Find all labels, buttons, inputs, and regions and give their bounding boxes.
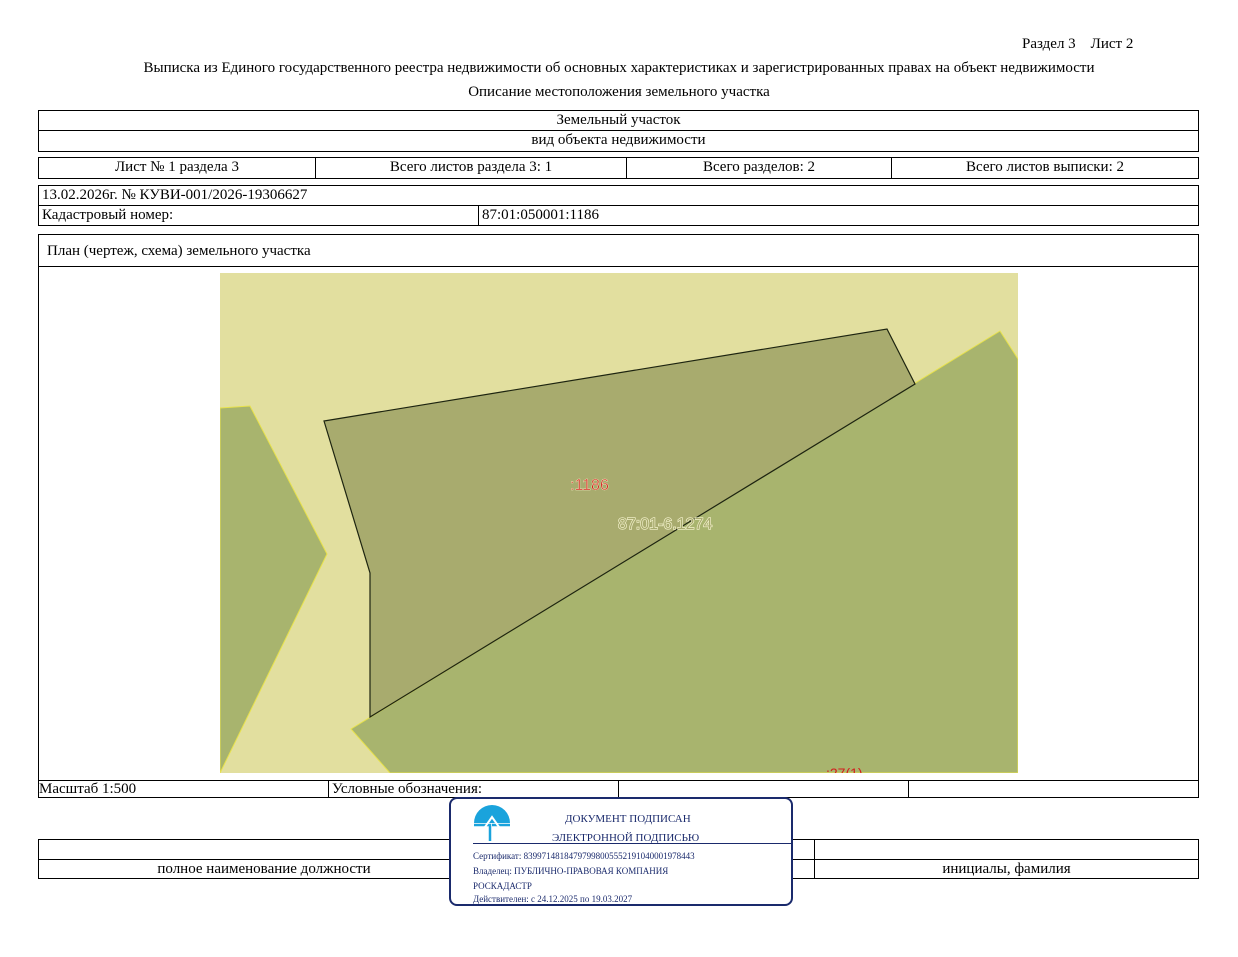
sheets-total: Всего листов выписки: 2 [966,159,1124,175]
name-caption: инициалы, фамилия [942,861,1071,877]
stamp-validity: Действителен: с 24.12.2025 по 19.03.2027 [473,894,633,904]
legend-table: Масштаб 1:500 Условные обозначения: [38,780,1199,798]
plan-title: План (чертеж, схема) земельного участка [39,235,1198,267]
sheet-number: Лист № 1 раздела 3 [39,158,316,178]
object-type: Земельный участок [39,111,1198,131]
document-title: Выписка из Единого государственного реес… [143,60,1095,76]
sections-total: Всего разделов: 2 [627,158,892,178]
signature-divider-top [814,840,815,859]
stamp-line-1: ДОКУМЕНТ ПОДПИСАН [565,813,691,825]
object-type-table: Земельный участок вид объекта недвижимос… [38,110,1199,152]
parcel-label: :1186 [570,477,609,494]
roskadastr-logo-icon [472,805,512,843]
cadastral-value: 87:01:050001:1186 [482,207,599,223]
legend-symbols-label: Условные обозначения: [329,781,619,797]
scale-label: Масштаб 1:500 [39,781,329,797]
stamp-owner-2: РОСКАДАСТР [473,881,532,891]
parcel-map: :1186 87:01-6.1274 :27(1) [220,273,1018,773]
record-table: 13.02.2026г. № КУВИ-001/2026-19306627 Ка… [38,185,1199,226]
stamp-certificate: Сертификат: 8399714818479799800555219104… [473,851,695,861]
object-type-caption: вид объекта недвижимости [531,132,706,148]
bottom-parcel-label: :27(1) [826,765,863,773]
document-subtitle: Описание местоположения земельного участ… [468,84,770,100]
cadastral-label: Кадастровый номер: [39,206,479,225]
record-date-number: 13.02.2026г. № КУВИ-001/2026-19306627 [39,186,1198,206]
section-sheet-label: Раздел 3 Лист 2 [1022,36,1134,52]
position-caption: полное наименование должности [157,861,371,877]
legend-cell-empty-1 [619,781,909,797]
sheets-table: Лист № 1 раздела 3 Всего листов раздела … [38,157,1199,179]
legend-cell-empty-2 [909,781,1198,797]
stamp-divider [473,843,791,844]
electronic-signature-stamp: ДОКУМЕНТ ПОДПИСАН ЭЛЕКТРОННОЙ ПОДПИСЬЮ С… [449,797,793,906]
stamp-owner: Владелец: ПУБЛИЧНО-ПРАВОВАЯ КОМПАНИЯ [473,866,669,876]
sheets-in-section: Всего листов раздела 3: 1 [316,158,627,178]
zone-label: 87:01-6.1274 [618,516,712,533]
